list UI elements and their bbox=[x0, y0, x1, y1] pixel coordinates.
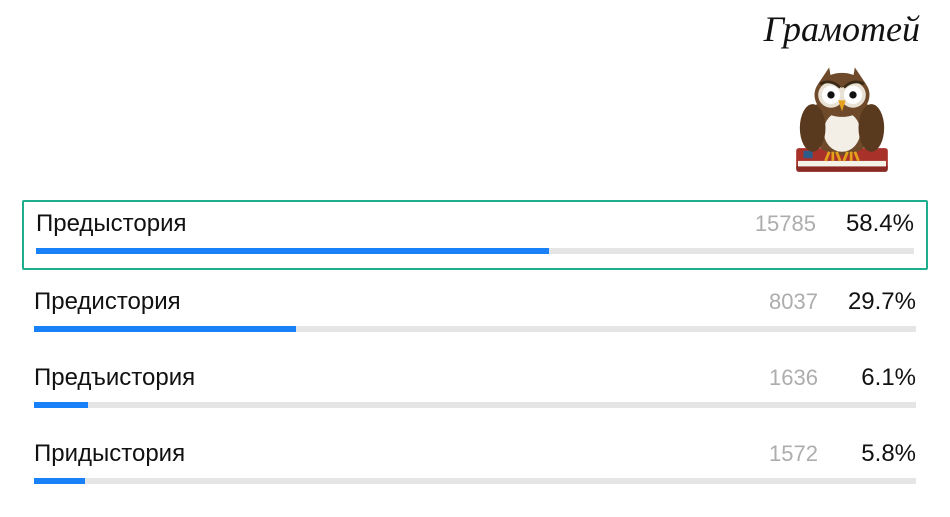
option-label: Предыстория bbox=[36, 210, 755, 238]
option-count: 1636 bbox=[758, 365, 818, 391]
option-count: 1572 bbox=[758, 441, 818, 467]
option-percent: 58.4% bbox=[844, 210, 914, 238]
progress-bar bbox=[36, 248, 914, 254]
progress-fill bbox=[34, 402, 88, 408]
progress-fill bbox=[36, 248, 549, 254]
option-label: Придыстория bbox=[34, 440, 758, 468]
progress-bar bbox=[34, 326, 916, 332]
option-count: 8037 bbox=[758, 289, 818, 315]
progress-bar bbox=[34, 402, 916, 408]
progress-bar bbox=[34, 478, 916, 484]
option-percent: 6.1% bbox=[846, 364, 916, 392]
progress-fill bbox=[34, 326, 296, 332]
option-percent: 5.8% bbox=[846, 440, 916, 468]
owl-on-book-icon bbox=[787, 56, 897, 176]
option-label: Предистория bbox=[34, 288, 758, 316]
option-3[interactable]: Придыстория 1572 5.8% bbox=[22, 432, 928, 498]
brand-block: Грамотей bbox=[764, 8, 920, 176]
option-0[interactable]: Предыстория 15785 58.4% bbox=[22, 200, 928, 270]
option-1[interactable]: Предистория 8037 29.7% bbox=[22, 280, 928, 346]
option-label: Предъистория bbox=[34, 364, 758, 392]
brand-title: Грамотей bbox=[764, 8, 920, 50]
option-percent: 29.7% bbox=[846, 288, 916, 316]
option-2[interactable]: Предъистория 1636 6.1% bbox=[22, 356, 928, 422]
progress-fill bbox=[34, 478, 85, 484]
poll-options: Предыстория 15785 58.4% Предистория 8037… bbox=[22, 200, 928, 508]
option-count: 15785 bbox=[755, 211, 816, 237]
